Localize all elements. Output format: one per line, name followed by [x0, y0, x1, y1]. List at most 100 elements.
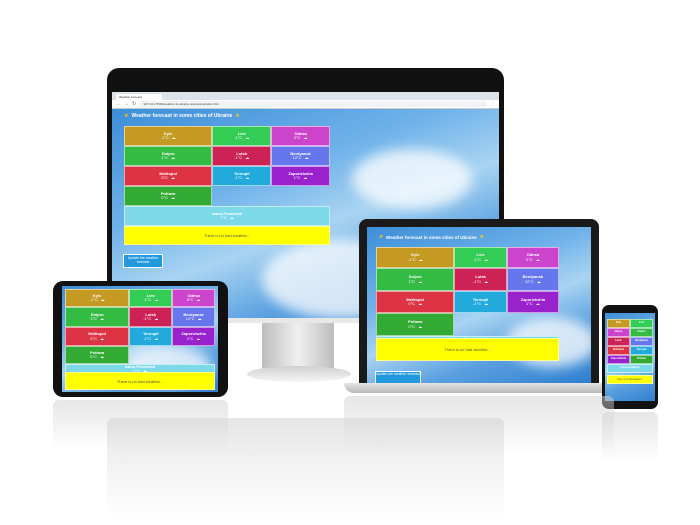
city-tile-dnipro: Dnipro 1°C ☁	[124, 146, 213, 166]
city-temperature: 0°C	[525, 256, 533, 262]
address-bar[interactable]: 127.0.0.1:5500/weather-in-ukraine-respon…	[139, 101, 487, 107]
city-temperature: -1°C	[473, 278, 482, 284]
menu-icon[interactable]: ⋮	[490, 101, 495, 107]
cloud-sun-icon: ☁	[154, 316, 159, 321]
tablet-screen: Kyiv -1°C ☁ Lviv -1°C ☁ Odesa 0°C ☁ Dnipro 1°C ☁…	[62, 286, 218, 392]
cloud-icon: ☁	[229, 215, 234, 220]
city-name: Zaporizhzhia	[610, 357, 627, 361]
city-temperature: -1°C	[473, 301, 482, 306]
city-tile-ivano-frankivsk: Ivano-Frankivsk	[607, 364, 653, 373]
city-tile-zaporizhzhia: Zaporizhzhia 1°C ☁	[172, 327, 215, 346]
city-name: Odesa	[614, 330, 623, 334]
city-tile-zaporizhzhia: Zaporizhzhia 1°C ☁	[271, 166, 330, 186]
cloud-icon: ☁	[171, 195, 175, 200]
city-tile-lviv: Lviv -1°C ☁	[212, 126, 272, 146]
smog-text: There is no bad weather...	[444, 347, 491, 352]
city-tile-zaporizhzhia: Zaporizhzhia 1°C ☁	[506, 291, 559, 313]
floor-reflection	[344, 396, 614, 456]
city-tile-odesa: Odesa 0°C ☁	[506, 247, 559, 268]
monitor-stand-foot	[247, 366, 351, 382]
page-title-text: Weather forecast in some cities of Ukrai…	[386, 234, 477, 240]
cloud-sun-icon: ☁	[197, 316, 202, 321]
city-tile-berdyansk: Berdyansk	[630, 337, 653, 346]
city-name: Ivano-Frankivsk	[620, 366, 640, 370]
city-tile-poltava: Poltava 0°C ☁	[65, 346, 130, 364]
city-temperature: 1°C	[408, 278, 416, 284]
update-forecast-button-label: Update the weather forecast	[376, 372, 420, 376]
city-temperature: 0°C	[293, 135, 301, 140]
city-tile-lutsk: Lutsk -1°C ☁	[212, 146, 272, 166]
cloud-icon: ☁	[100, 354, 104, 359]
city-temperature: -1°C	[473, 256, 482, 262]
update-forecast-button[interactable]: Update the weather forecast	[123, 254, 163, 268]
city-temperature: 12°C	[292, 155, 302, 160]
laptop-base	[344, 383, 614, 393]
cloud-sun-icon: ☁	[418, 256, 423, 262]
city-tile-kyiv: Kyiv	[607, 319, 630, 328]
cloud-sun-icon: ☁	[484, 256, 489, 262]
city-tile-odesa: Odesa 0°C ☁	[172, 289, 215, 307]
reload-icon[interactable]: ↻	[132, 101, 136, 107]
city-tile-ternopil: Ternopil -1°C ☁	[454, 291, 507, 313]
city-temperature: 12°C	[524, 278, 534, 284]
page-title: ☀ Weather forecast in some cities of Ukr…	[124, 113, 240, 119]
sun-icon: ☀	[235, 113, 240, 119]
page-title-text: Weather forecast in some cities of Ukrai…	[131, 113, 233, 119]
city-temperature: 0°C	[408, 323, 416, 329]
floor-reflection	[53, 400, 228, 450]
city-tile-melitopol: Melitopol 0°C ☁	[65, 327, 130, 346]
city-temperature: -1°C	[407, 256, 416, 262]
city-temperature: -1°C	[143, 335, 152, 341]
city-tile-lviv: Lviv -1°C ☁	[454, 247, 507, 268]
smog-text: There is no bad weather...	[616, 378, 644, 381]
city-temperature: -1°C	[234, 155, 243, 160]
cloud-sun-icon: ☁	[484, 278, 489, 284]
city-name: Melitopol	[613, 348, 624, 352]
city-tile-kyiv: Kyiv -1°C ☁	[376, 247, 455, 268]
sun-icon: ☀	[379, 234, 384, 239]
phone-screen: Kyiv Lviv Odesa Dnipro Lutsk Berdyansk M…	[605, 313, 655, 401]
city-temperature: -1°C	[160, 135, 169, 140]
city-tile-poltava: Poltava 0°C ☁	[124, 186, 213, 206]
city-temperature: 1°C	[90, 316, 97, 321]
cloud-sun-icon: ☁	[196, 297, 201, 302]
city-tile-kyiv: Kyiv -1°C ☁	[124, 126, 213, 146]
city-temperature: 1°C	[525, 301, 533, 306]
city-tile-berdyansk: Berdyansk 12°C ☁	[271, 146, 330, 166]
city-tile-melitopol: Melitopol 0°C ☁	[124, 166, 213, 186]
forecast-grid: Kyiv Lviv Odesa Dnipro Lutsk Berdyansk M…	[607, 319, 653, 373]
city-tile-poltava: Poltava 0°C ☁	[376, 313, 455, 336]
city-tile-lviv: Lviv	[630, 319, 653, 328]
city-temperature: 0°C	[186, 297, 194, 302]
city-temperature: -1°C	[89, 297, 98, 302]
cloud-sun-icon: ☁	[418, 301, 423, 306]
city-temperature: 1°C	[186, 335, 194, 341]
forward-icon[interactable]: →	[124, 101, 129, 107]
smog-banner: There is no bad weather...	[607, 375, 653, 384]
city-name: Kyiv	[615, 321, 622, 325]
city-tile-lviv: Lviv -1°C ☁	[129, 289, 173, 307]
city-tile-dnipro: Dnipro 1°C ☁	[376, 268, 455, 291]
back-icon[interactable]: ←	[116, 101, 121, 107]
city-tile-zaporizhzhia: Zaporizhzhia	[607, 355, 630, 364]
city-tile-ternopil: Ternopil -1°C ☁	[212, 166, 272, 186]
city-tile-poltava: Poltava	[630, 355, 653, 364]
cloud-sun-icon: ☁	[196, 335, 201, 341]
cloud-sun-icon: ☁	[245, 155, 250, 160]
city-name: Dnipro	[637, 330, 646, 334]
browser-tab[interactable]: Weather forecast	[116, 94, 162, 100]
smog-text: There is no bad weather...	[116, 378, 164, 384]
update-forecast-button[interactable]: Update the weather forecast	[375, 371, 421, 383]
city-tile-odesa: Odesa	[607, 328, 630, 337]
page-title: ☀ Weather forecast in some cities of Ukr…	[379, 234, 484, 240]
cloud-sun-icon: ☁	[171, 175, 175, 180]
city-tile-melitopol: Melitopol 0°C ☁	[376, 291, 455, 313]
city-name: Lviv	[638, 321, 644, 325]
cloud-sun-icon: ☁	[154, 335, 159, 341]
city-tile-dnipro: Dnipro	[630, 328, 653, 337]
cloud-sun-icon: ☁	[100, 297, 105, 302]
cloud-sun-icon: ☁	[536, 278, 541, 284]
city-tile-dnipro: Dnipro 1°C ☁	[65, 307, 130, 327]
cloud-sun-icon: ☁	[303, 175, 308, 180]
cloud-sun-icon: ☁	[418, 278, 423, 284]
